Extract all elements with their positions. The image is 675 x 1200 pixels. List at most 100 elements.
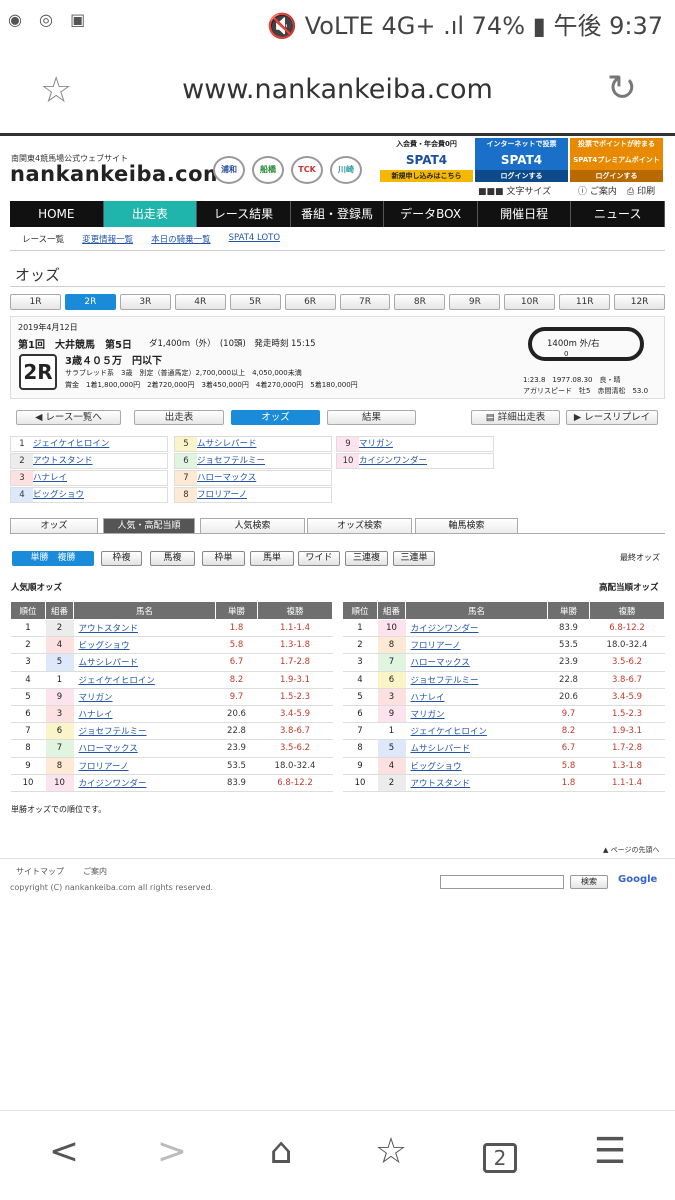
horse-name-link[interactable]: ハローマックス — [73, 739, 216, 758]
horse-name-link[interactable]: ジョセフテルミー — [73, 722, 216, 741]
bet-wide[interactable]: ワイド — [298, 551, 340, 566]
race-tab-10[interactable]: 10R — [504, 294, 556, 310]
race-tab-12[interactable]: 12R — [614, 294, 666, 310]
back-to-race-list-button[interactable]: ◀ レース一覧へ — [16, 410, 121, 425]
footer-sitemap[interactable]: サイトマップ — [16, 866, 64, 877]
entry-3[interactable]: 3 ハナレイ — [10, 470, 168, 486]
bet-trio[interactable]: 三連複 — [345, 551, 388, 566]
bet-win-place[interactable]: 単勝 複勝 — [12, 551, 94, 566]
race-tab-9[interactable]: 9R — [449, 294, 501, 310]
bet-quinella[interactable]: 馬複 — [150, 551, 195, 566]
horse-name-link[interactable]: ジェイケイヒロイン — [405, 722, 548, 741]
footer-guide[interactable]: ご案内 — [83, 866, 107, 877]
font-size-control[interactable]: ■■■ 文字サイズ — [478, 184, 551, 197]
bookmarks-icon[interactable]: ☆ — [361, 1131, 421, 1172]
spat4-join-banner[interactable]: 入会費・年会費0円 SPAT4 新規申し込みはこちら — [380, 138, 473, 182]
subtab-pop-search[interactable]: 人気検索 — [200, 518, 305, 533]
race-info-panel: 2019年4月12日 第1回 大井競馬 第5日 ダ1,400m（外） (10頭)… — [10, 316, 665, 399]
horse-name-link[interactable]: カイジンワンダー — [73, 774, 216, 792]
nav-home[interactable]: HOME — [10, 201, 104, 227]
bet-trifecta[interactable]: 三連単 — [393, 551, 435, 566]
race-tab-7[interactable]: 7R — [339, 294, 391, 310]
entry-6[interactable]: 6 ジョセフテルミー — [174, 453, 332, 469]
race-tab-3[interactable]: 3R — [119, 294, 171, 310]
race-tab-4[interactable]: 4R — [174, 294, 226, 310]
subtab-axis-search[interactable]: 軸馬検索 — [415, 518, 518, 533]
home-icon[interactable]: ⌂ — [251, 1131, 311, 1172]
entry-7[interactable]: 7 ハローマックス — [174, 470, 332, 486]
entry-4[interactable]: 4 ビッグショウ — [10, 487, 168, 503]
nav-schedule[interactable]: 開催日程 — [478, 201, 572, 227]
detail-entries-button[interactable]: ▤ 詳細出走表 — [471, 410, 560, 425]
race-tab-2[interactable]: 2R — [64, 294, 116, 310]
odds-button[interactable]: オッズ — [231, 410, 320, 425]
nav-programs[interactable]: 番組・登録馬 — [291, 201, 385, 227]
nav-results[interactable]: レース結果 — [197, 201, 291, 227]
horse-name-link[interactable]: カイジンワンダー — [405, 619, 548, 638]
subnav-loto[interactable]: SPAT4 LOTO — [229, 233, 280, 245]
menu-icon[interactable]: ☰ — [580, 1131, 640, 1172]
kawasaki-emblem-icon[interactable]: 川崎 — [330, 156, 362, 184]
horse-name-link[interactable]: ビッグショウ — [73, 636, 216, 655]
nav-entries[interactable]: 出走表 — [103, 201, 198, 227]
urawa-emblem-icon[interactable]: 浦和 — [213, 156, 245, 184]
horse-name-link[interactable]: ムサシレパード — [405, 739, 548, 758]
subnav-changes[interactable]: 変更情報一覧 — [82, 233, 133, 245]
bet-bracket-quinella[interactable]: 枠複 — [101, 551, 142, 566]
entry-8[interactable]: 8 フロリアーノ — [174, 487, 332, 503]
site-search-input[interactable] — [440, 875, 564, 889]
entry-1[interactable]: 1 ジェイケイヒロイン — [10, 436, 168, 452]
entry-2[interactable]: 2 アウトスタンド — [10, 453, 168, 469]
horse-name-link[interactable]: フロリアーノ — [73, 757, 216, 775]
agari-speed: アガリスピード 牡5 赤間清松 53.0 — [523, 387, 649, 395]
horse-name-link[interactable]: ハナレイ — [73, 705, 216, 724]
place-odds-cell: 3.5-6.2 — [257, 739, 333, 758]
nav-news[interactable]: ニュース — [571, 201, 666, 227]
bet-bracket-exacta[interactable]: 枠単 — [202, 551, 245, 566]
spat4-premium-banner[interactable]: 投票でポイントが貯まる SPAT4プレミアムポイント ログインする — [570, 138, 663, 182]
race-tab-1[interactable]: 1R — [10, 294, 61, 310]
subtab-odds[interactable]: オッズ — [10, 518, 98, 533]
forward-icon[interactable]: > — [142, 1131, 202, 1172]
result-button[interactable]: 結果 — [327, 410, 416, 425]
horse-name-link[interactable]: マリガン — [405, 705, 548, 724]
race-tab-6[interactable]: 6R — [284, 294, 336, 310]
subnav-race-list[interactable]: レース一覧 — [22, 233, 64, 245]
subtab-odds-search[interactable]: オッズ検索 — [307, 518, 412, 533]
site-logo[interactable]: nankankeiba.com — [10, 162, 225, 186]
search-button[interactable]: 検索 — [570, 875, 608, 889]
horse-name-link[interactable]: ジェイケイヒロイン — [73, 671, 216, 689]
replay-button[interactable]: ▶ レースリプレイ — [566, 410, 658, 425]
entry-5[interactable]: 5 ムサシレパード — [174, 436, 332, 452]
subnav-jockeys[interactable]: 本日の騎乗一覧 — [151, 233, 211, 245]
back-icon[interactable]: < — [34, 1131, 94, 1172]
bet-exacta[interactable]: 馬単 — [250, 551, 294, 566]
horse-name-link[interactable]: アウトスタンド — [405, 774, 548, 792]
entry-9[interactable]: 9 マリガン — [336, 436, 494, 452]
rank-cell: 5 — [342, 688, 378, 706]
nav-databox[interactable]: データBOX — [384, 201, 478, 227]
url-text[interactable]: www.nankankeiba.com — [0, 74, 675, 105]
horse-name-link[interactable]: ムサシレパード — [73, 653, 216, 672]
page-top-link[interactable]: ▲ ページの先頭へ — [603, 845, 659, 855]
tabs-icon[interactable]: 2 — [483, 1143, 517, 1173]
guide-link[interactable]: ⓘ ご案内 — [578, 184, 617, 197]
funabashi-emblem-icon[interactable]: 船橋 — [252, 156, 284, 184]
reload-icon[interactable]: ↻ — [607, 68, 637, 109]
print-link[interactable]: ⎙ 印刷 — [627, 184, 655, 197]
horse-name-link[interactable]: フロリアーノ — [405, 636, 548, 655]
horse-name-link[interactable]: ビッグショウ — [405, 757, 548, 775]
horse-name-link[interactable]: ハローマックス — [405, 653, 548, 672]
spat4-login-banner[interactable]: インターネットで投票 SPAT4 ログインする — [475, 138, 568, 182]
race-tab-8[interactable]: 8R — [394, 294, 446, 310]
tck-emblem-icon[interactable]: TCK — [291, 156, 323, 184]
entries-button[interactable]: 出走表 — [134, 410, 224, 425]
horse-name-link[interactable]: ハナレイ — [405, 688, 548, 706]
horse-name-link[interactable]: ジョセフテルミー — [405, 671, 548, 689]
race-tab-11[interactable]: 11R — [559, 294, 611, 310]
horse-name-link[interactable]: マリガン — [73, 688, 216, 706]
subtab-popular[interactable]: 人気・高配当順 — [103, 518, 195, 533]
race-tab-5[interactable]: 5R — [229, 294, 281, 310]
horse-name-link[interactable]: アウトスタンド — [73, 619, 216, 638]
entry-10[interactable]: 10 カイジンワンダー — [336, 453, 494, 469]
